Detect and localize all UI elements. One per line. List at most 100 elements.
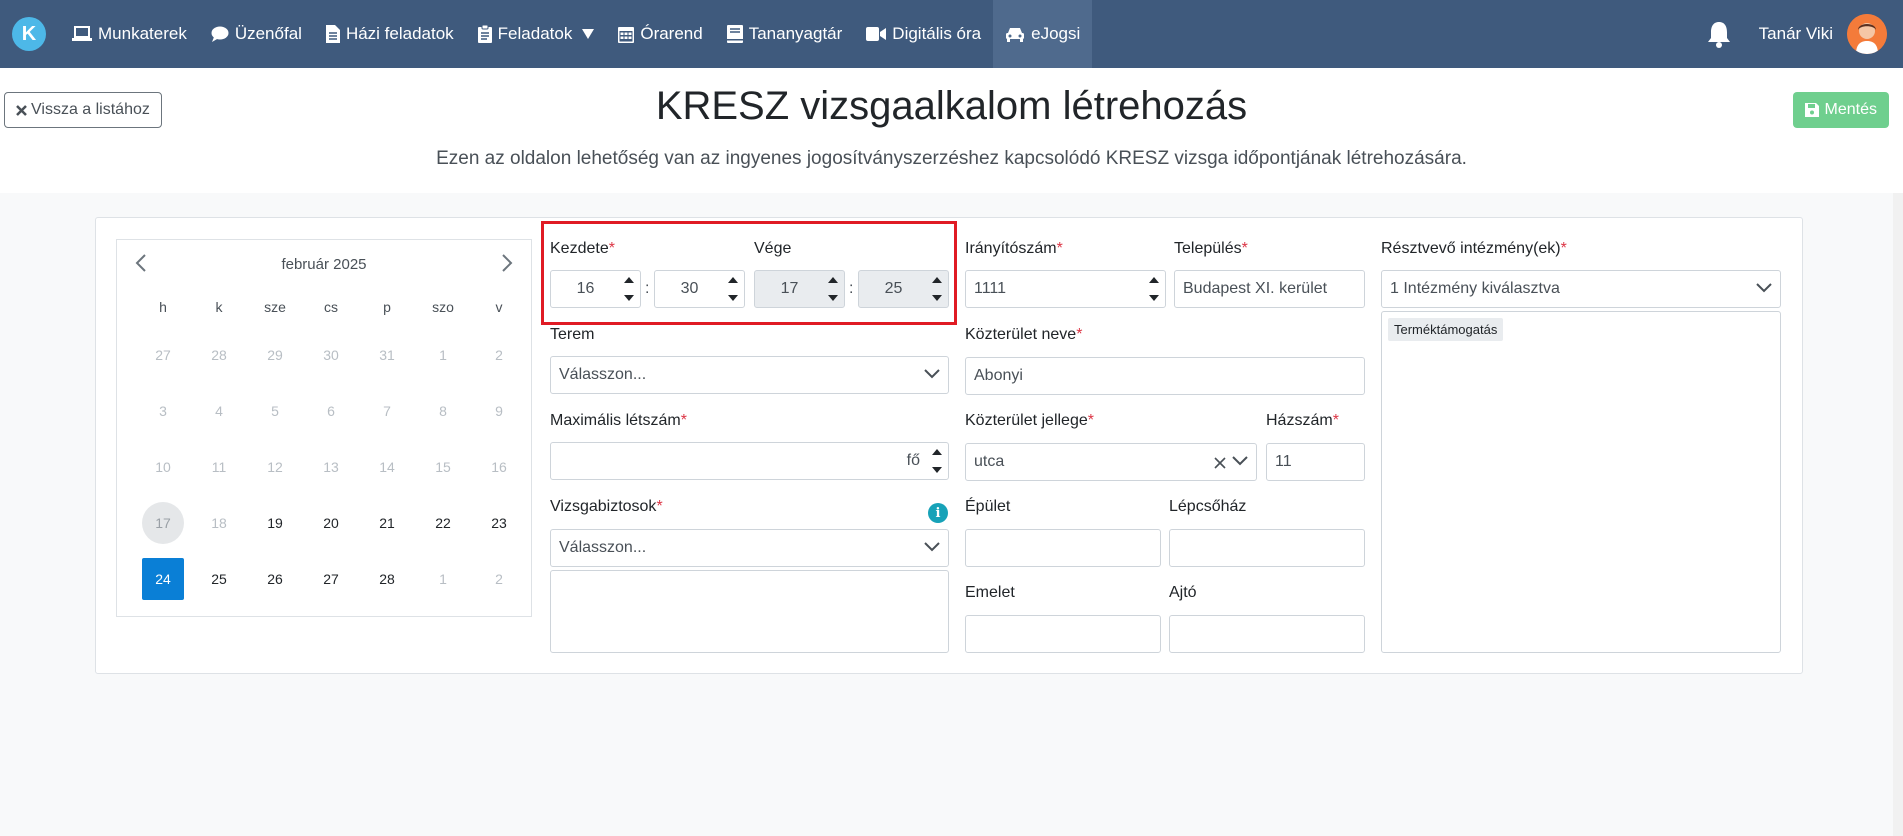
institutions-select[interactable]: 1 Intézmény kiválasztva xyxy=(1381,270,1781,308)
calendar-day[interactable]: 2 xyxy=(471,551,527,607)
calendar-day[interactable]: 27 xyxy=(303,551,359,607)
spin-up-icon[interactable] xyxy=(1143,271,1165,289)
calendar-day[interactable]: 10 xyxy=(135,439,191,495)
calendar-day[interactable]: 21 xyxy=(359,495,415,551)
unit-label: fő xyxy=(906,452,920,469)
nav-item-ejogsi[interactable]: eJogsi xyxy=(993,0,1093,68)
door-input[interactable] xyxy=(1169,615,1365,653)
calendar-day[interactable]: 6 xyxy=(303,383,359,439)
calendar-day[interactable]: 28 xyxy=(191,327,247,383)
institution-tag[interactable]: Terméktámogatás xyxy=(1388,318,1504,341)
calendar-day[interactable]: 18 xyxy=(191,495,247,551)
calendar-day[interactable]: 30 xyxy=(303,327,359,383)
calendar-day[interactable]: 13 xyxy=(303,439,359,495)
chevron-down-icon xyxy=(1756,283,1772,293)
page-scrollbar[interactable] xyxy=(1893,193,1903,836)
floor-input[interactable] xyxy=(965,615,1161,653)
nav-item-tananyagtar[interactable]: Tananyagtár xyxy=(715,0,855,68)
save-button-label: Mentés xyxy=(1824,101,1877,118)
day-number: 2 xyxy=(495,571,503,587)
weekday-label: k xyxy=(215,299,223,315)
calendar-week: 10 11 12 13 14 15 16 xyxy=(135,439,527,495)
calendar-day[interactable]: 19 xyxy=(247,495,303,551)
street-name-input[interactable]: Abonyi xyxy=(965,357,1365,395)
zip-input[interactable]: 1111 xyxy=(965,270,1166,308)
label-text: Házszám xyxy=(1266,412,1333,429)
room-select[interactable]: Válasszon... xyxy=(550,356,949,394)
nav-item-munkaterek[interactable]: Munkaterek xyxy=(60,0,199,68)
calendar-day[interactable]: 1 xyxy=(415,551,471,607)
calendar-day[interactable]: 8 xyxy=(415,383,471,439)
institutions-select-value: 1 Intézmény kiválasztva xyxy=(1390,280,1560,297)
nav-item-uzenofal[interactable]: Üzenőfal xyxy=(199,0,314,68)
nav-item-hazi-feladatok[interactable]: Házi feladatok xyxy=(314,0,466,68)
max-headcount-input[interactable]: fő xyxy=(550,442,949,480)
calendar-day[interactable]: 7 xyxy=(359,383,415,439)
calendar-day[interactable]: 23 xyxy=(471,495,527,551)
calendar-day[interactable]: 11 xyxy=(191,439,247,495)
avatar[interactable] xyxy=(1847,14,1887,54)
calendar-day[interactable]: 14 xyxy=(359,439,415,495)
calendar-day[interactable]: 25 xyxy=(191,551,247,607)
calendar-day[interactable]: 12 xyxy=(247,439,303,495)
required-mark: * xyxy=(1332,412,1339,429)
calendar-day[interactable]: 3 xyxy=(135,383,191,439)
required-mark: * xyxy=(1241,240,1248,257)
spin-down-icon[interactable] xyxy=(1143,289,1165,307)
day-number: 7 xyxy=(383,403,391,419)
examiners-list[interactable] xyxy=(550,570,949,653)
bell-icon[interactable] xyxy=(1707,20,1731,48)
calendar-day[interactable]: 16 xyxy=(471,439,527,495)
calendar-week: 3 4 5 6 7 8 9 xyxy=(135,383,527,439)
day-number: 1 xyxy=(439,347,447,363)
institutions-label: Résztvevő intézmény(ek)* xyxy=(1381,240,1567,258)
calendar-icon xyxy=(618,27,635,43)
street-type-label: Közterület jellege* xyxy=(965,412,1094,430)
house-number-input[interactable]: 11 xyxy=(1266,443,1365,481)
examiners-label: Vizsgabiztosok* xyxy=(550,498,663,516)
caret-down-icon xyxy=(582,29,595,39)
calendar-day[interactable]: 28 xyxy=(359,551,415,607)
clipboard-icon xyxy=(477,25,492,43)
calendar-day[interactable]: 26 xyxy=(247,551,303,607)
staircase-input[interactable] xyxy=(1169,529,1365,567)
chevron-right-icon[interactable] xyxy=(501,253,513,273)
calendar-day-today[interactable]: 17 xyxy=(135,495,191,551)
calendar-grid: h k sze cs p szo v 27 28 29 30 31 1 2 3 … xyxy=(135,287,527,607)
calendar-day[interactable]: 1 xyxy=(415,327,471,383)
time-highlight-box xyxy=(541,221,957,325)
calendar-day[interactable]: 5 xyxy=(247,383,303,439)
save-button[interactable]: Mentés xyxy=(1792,92,1889,128)
house-number-label: Házszám* xyxy=(1266,412,1339,430)
calendar-day[interactable]: 4 xyxy=(191,383,247,439)
info-icon[interactable]: i xyxy=(928,503,948,523)
day-number: 6 xyxy=(327,403,335,419)
day-number: 10 xyxy=(155,459,171,475)
calendar-day[interactable]: 15 xyxy=(415,439,471,495)
calendar-day[interactable]: 29 xyxy=(247,327,303,383)
day-number: 28 xyxy=(379,571,395,587)
chevron-down-icon xyxy=(1232,456,1248,466)
weekday-label: cs xyxy=(324,299,338,315)
calendar-day[interactable]: 31 xyxy=(359,327,415,383)
day-number: 14 xyxy=(379,459,395,475)
app-logo[interactable]: K xyxy=(12,17,46,51)
calendar-day[interactable]: 20 xyxy=(303,495,359,551)
calendar-day-selected[interactable]: 24 xyxy=(135,551,191,607)
calendar-day[interactable]: 22 xyxy=(415,495,471,551)
calendar-day[interactable]: 27 xyxy=(135,327,191,383)
day-number: 24 xyxy=(142,558,184,600)
spin-up-icon[interactable] xyxy=(926,443,948,461)
clear-icon[interactable] xyxy=(1214,457,1226,469)
spin-down-icon[interactable] xyxy=(926,461,948,479)
nav-item-orarend[interactable]: Órarend xyxy=(606,0,714,68)
examiners-select[interactable]: Válasszon... xyxy=(550,529,949,567)
nav-item-digitalis-ora[interactable]: Digitális óra xyxy=(854,0,993,68)
nav-item-feladatok[interactable]: Feladatok xyxy=(466,0,607,68)
user-name[interactable]: Tanár Viki xyxy=(1759,24,1833,44)
city-input[interactable]: Budapest XI. kerület xyxy=(1174,270,1365,308)
calendar-day[interactable]: 2 xyxy=(471,327,527,383)
street-type-select[interactable]: utca xyxy=(965,443,1257,481)
building-input[interactable] xyxy=(965,529,1161,567)
calendar-day[interactable]: 9 xyxy=(471,383,527,439)
